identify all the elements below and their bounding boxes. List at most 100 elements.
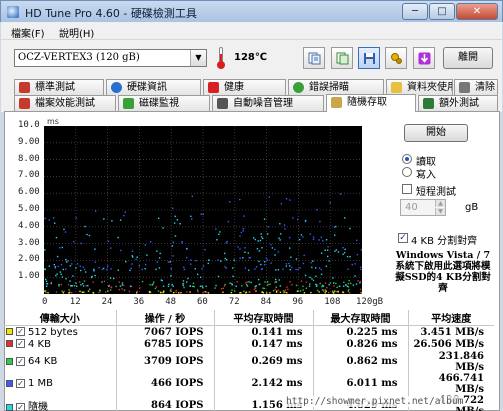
tab-benchmark[interactable]: 標準測試 — [14, 79, 104, 95]
data-point — [235, 285, 237, 287]
x-tick-label: 84 — [260, 297, 272, 307]
data-point — [204, 291, 206, 293]
data-point — [68, 289, 70, 291]
series-checkbox[interactable]: ✓ — [16, 356, 25, 366]
data-point — [278, 237, 280, 239]
data-point — [44, 268, 46, 270]
tab-aam[interactable]: 自動噪音管理 — [212, 95, 324, 111]
ops-cell: 7067 IOPS — [116, 325, 215, 338]
avg-access-cell: 0.147 ms — [214, 338, 314, 351]
copy-screen-button[interactable] — [331, 47, 353, 69]
data-point — [337, 291, 339, 293]
data-point — [196, 289, 199, 291]
tab-error-scan[interactable]: 錯誤掃瞄 — [288, 79, 384, 95]
data-point — [182, 283, 184, 285]
tab-info[interactable]: 硬碟資訊 — [106, 79, 201, 95]
copy-text-button[interactable] — [303, 47, 325, 69]
data-point — [131, 256, 134, 258]
data-point — [303, 292, 306, 294]
series-checkbox[interactable]: ✓ — [16, 339, 25, 349]
ops-cell: 3709 IOPS — [116, 350, 215, 373]
data-point — [296, 290, 299, 292]
data-point — [93, 270, 95, 272]
data-point — [60, 283, 63, 286]
y-tick-label: 9.00 — [18, 136, 40, 147]
test-size-spinner[interactable]: 40 ▲ ▼ — [400, 199, 446, 216]
series-color-swatch — [6, 403, 13, 411]
data-point — [117, 269, 120, 271]
info-icon — [111, 82, 122, 93]
data-point — [232, 267, 234, 269]
data-point — [85, 285, 87, 287]
tab-file-benchmark[interactable]: 檔案效能測試 — [14, 95, 116, 111]
data-point — [335, 225, 337, 228]
data-point — [290, 256, 292, 258]
data-point — [122, 284, 125, 286]
data-point — [316, 289, 319, 292]
data-point — [101, 281, 103, 283]
watermark-text: http://showmer.pixnet.net/album — [286, 396, 464, 407]
data-point — [360, 268, 362, 271]
data-point — [175, 291, 177, 294]
data-point — [237, 246, 239, 248]
data-point — [225, 242, 227, 244]
minimize-button[interactable]: ─ — [402, 3, 428, 20]
data-point — [152, 281, 155, 283]
write-radio[interactable] — [402, 167, 412, 177]
data-point — [183, 266, 185, 269]
data-point — [264, 261, 266, 263]
data-point — [94, 261, 97, 263]
data-point — [75, 282, 77, 285]
data-point — [73, 285, 76, 287]
maximize-button[interactable]: □ — [429, 3, 455, 20]
tab-random-access[interactable]: 隨機存取 — [326, 94, 416, 112]
data-point — [131, 263, 133, 265]
row-label-cell: ✓ 4 KB — [4, 338, 117, 351]
series-checkbox[interactable]: ✓ — [16, 327, 25, 336]
data-point — [167, 285, 170, 287]
avg-speed-cell: 26.506 MB/s — [413, 338, 484, 350]
close-button[interactable]: ✕ — [456, 3, 498, 20]
data-point — [155, 286, 158, 288]
col-max-access: 最大存取時間 — [313, 310, 409, 326]
menu-help[interactable]: 說明(H) — [59, 25, 94, 40]
series-checkbox[interactable]: ✓ — [16, 378, 25, 388]
data-point — [326, 249, 329, 251]
data-point — [342, 253, 344, 255]
ops-cell: 864 IOPS — [116, 394, 215, 411]
data-point — [291, 284, 293, 286]
tab-health[interactable]: 健康 — [203, 79, 286, 95]
options-button[interactable] — [385, 47, 407, 69]
read-radio[interactable] — [402, 154, 412, 164]
spin-down-icon[interactable]: ▼ — [435, 208, 445, 215]
data-point — [199, 276, 202, 279]
tab-extra-tests[interactable]: 額外測試 — [418, 95, 498, 111]
tab-erase[interactable]: 清除 — [454, 79, 498, 95]
series-checkbox[interactable]: ✓ — [16, 402, 25, 411]
data-point — [334, 234, 336, 236]
save-button[interactable] — [358, 47, 380, 69]
y-tick-label: 3.00 — [18, 237, 40, 248]
data-point — [201, 268, 203, 270]
tab-disk-monitor[interactable]: 磁碟監視 — [118, 95, 210, 111]
data-point — [250, 281, 252, 284]
data-point — [99, 290, 102, 292]
spin-up-icon[interactable]: ▲ — [435, 200, 445, 207]
menu-file[interactable]: 檔案(F) — [11, 25, 45, 40]
data-point — [65, 268, 67, 270]
tab-folder-usage[interactable]: 資料夾使用率 — [386, 79, 453, 95]
drive-select[interactable]: OCZ-VERTEX3 (120 gB) ▼ — [14, 49, 207, 67]
data-point — [224, 257, 226, 260]
data-point — [254, 268, 256, 270]
data-point — [155, 268, 157, 271]
exit-button[interactable]: 離開 — [443, 47, 493, 69]
health-cross-icon — [208, 82, 219, 93]
data-point — [62, 268, 65, 271]
start-button[interactable]: 開始 — [404, 124, 468, 142]
data-point — [245, 282, 247, 284]
table-row: ✓ 4 KB 6785 IOPS 0.147 ms 0.826 ms 26.506 MB/… — [4, 338, 494, 351]
download-button[interactable] — [413, 47, 435, 69]
chevron-down-icon[interactable]: ▼ — [190, 50, 206, 66]
align-4kb-checkbox[interactable]: ✓ — [398, 233, 408, 243]
short-test-checkbox[interactable] — [402, 184, 412, 194]
